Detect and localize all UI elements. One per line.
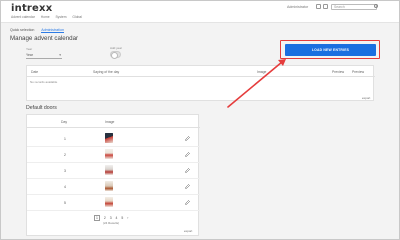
toggle-knob [111, 51, 118, 59]
year-select[interactable]: Year ▾ [26, 52, 62, 59]
column-header-image[interactable]: Image [105, 120, 114, 124]
user-name[interactable]: Administrator [287, 5, 308, 9]
breadcrumb-item[interactable]: Advent calendar [11, 15, 35, 19]
annotation-highlight-box [280, 40, 380, 59]
pencil-icon[interactable] [185, 136, 190, 141]
column-header-saying[interactable]: Saying of the day [93, 70, 119, 74]
year-select-value: Year [26, 53, 33, 57]
door-image-thumbnail[interactable] [105, 165, 113, 175]
door-image-thumbnail[interactable] [105, 197, 113, 207]
results-count: (24 Results) [103, 221, 120, 225]
row-day: 5 [64, 201, 66, 205]
column-header-preview[interactable]: Preview [332, 70, 344, 74]
row-divider [27, 194, 200, 195]
door-image-thumbnail[interactable] [105, 149, 113, 159]
door-image-thumbnail[interactable] [105, 181, 113, 191]
table-header-divider [27, 127, 200, 128]
row-divider [27, 210, 200, 211]
search-input[interactable]: Search [331, 4, 377, 10]
pencil-icon[interactable] [185, 184, 190, 189]
tab-bar: Quick selection Administration [10, 28, 70, 33]
chevron-down-icon: ▾ [59, 53, 61, 57]
row-divider [27, 146, 200, 147]
pencil-icon[interactable] [185, 152, 190, 157]
row-day: 4 [64, 185, 66, 189]
column-header-image[interactable]: Image [257, 70, 266, 74]
next-page-button[interactable]: › [127, 216, 128, 220]
pencil-icon[interactable] [185, 200, 190, 205]
app-logo[interactable]: intrexx [11, 3, 52, 14]
pencil-icon[interactable] [185, 168, 190, 173]
empty-table-message: No records available [30, 80, 58, 84]
page-link[interactable]: 3 [110, 216, 112, 220]
menu-icon[interactable] [323, 4, 328, 9]
door-image-thumbnail[interactable] [105, 133, 113, 143]
tab-administration[interactable]: Administration [41, 28, 64, 33]
export-link[interactable]: export [362, 96, 370, 100]
search-icon[interactable] [374, 4, 378, 8]
table-header-divider [27, 76, 375, 77]
page-link[interactable]: 4 [116, 216, 118, 220]
tab-quick-selection[interactable]: Quick selection [10, 28, 34, 32]
page-link[interactable]: 5 [121, 216, 123, 220]
page-link[interactable]: 1 [94, 215, 100, 221]
breadcrumb-item[interactable]: System [55, 15, 66, 19]
breadcrumb-item[interactable]: Global [72, 15, 82, 19]
export-link[interactable]: export [184, 229, 192, 233]
row-day: 1 [64, 137, 66, 141]
breadcrumb: Advent calendar Home System Global [11, 15, 87, 19]
column-header-day[interactable]: Day [61, 120, 67, 124]
year-toggle[interactable] [110, 51, 121, 59]
entries-table: Date Saying of the day Image Preview Pre… [26, 65, 375, 101]
page-link[interactable]: 2 [104, 216, 106, 220]
top-bar: intrexx Advent calendar Home System Glob… [1, 1, 399, 23]
row-day: 3 [64, 169, 66, 173]
row-divider [27, 162, 200, 163]
default-doors-title: Default doors [26, 105, 57, 111]
year-label: Year [26, 47, 33, 51]
page-title: Manage advent calendar [10, 35, 79, 42]
breadcrumb-item[interactable]: Home [41, 15, 50, 19]
column-header-preview-2[interactable]: Preview [352, 70, 364, 74]
notification-icon[interactable] [316, 4, 321, 9]
column-header-date[interactable]: Date [31, 70, 38, 74]
toggle-label: Add year [110, 46, 123, 50]
row-divider [27, 178, 200, 179]
row-day: 2 [64, 153, 66, 157]
